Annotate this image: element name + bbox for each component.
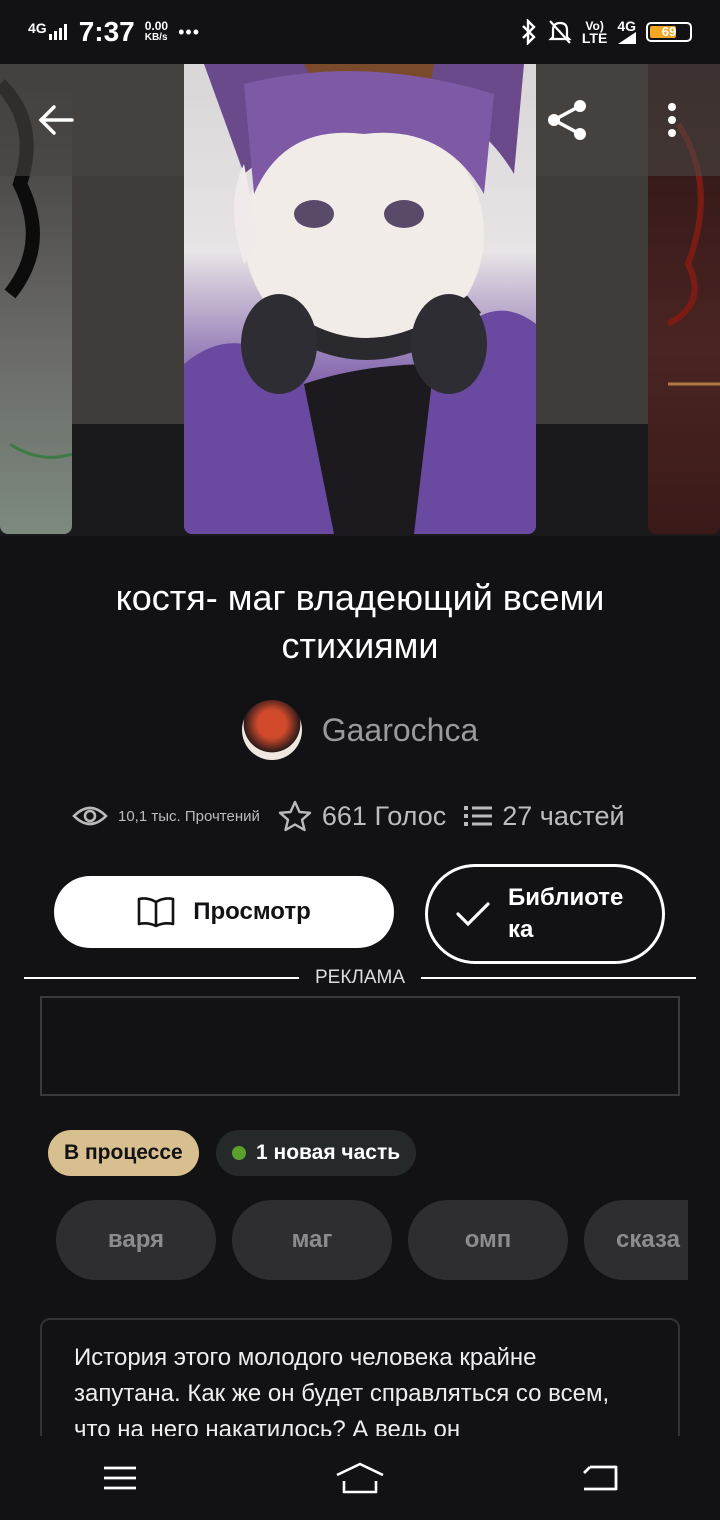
parts-count: 27 частей — [502, 800, 625, 831]
clock: 7:37 — [78, 16, 135, 47]
signal-left: 4G — [28, 20, 69, 40]
signal-right: 4G — [617, 18, 636, 44]
divider-line-left — [24, 977, 299, 979]
back-nav-button[interactable] — [560, 1448, 640, 1508]
library-button[interactable]: Библиоте ка — [425, 864, 665, 964]
more-options-button[interactable] — [644, 92, 700, 148]
network-speed: 0.00 KB/s — [145, 20, 168, 44]
more-notifications-icon: ••• — [178, 21, 200, 42]
status-bar: 4G 7:37 0.00 KB/s ••• Vo) LTE 4G 69 — [0, 0, 720, 64]
ad-label: РЕКЛАМА — [314, 967, 406, 988]
ad-divider: РЕКЛАМА — [24, 966, 696, 990]
story-cover[interactable] — [184, 64, 536, 534]
network-type-right: 4G — [617, 18, 636, 34]
votes-count: 661 Голос — [321, 800, 447, 831]
eye-icon — [72, 806, 108, 826]
checkmark-icon — [456, 902, 490, 927]
new-part-badge[interactable]: 1 новая часть — [216, 1130, 417, 1176]
share-button[interactable] — [540, 92, 596, 148]
home-icon — [336, 1462, 384, 1494]
home-button[interactable] — [320, 1448, 400, 1508]
battery-icon: 69 — [646, 22, 692, 42]
list-icon — [464, 806, 493, 826]
open-book-icon — [137, 897, 175, 928]
star-icon — [278, 800, 312, 832]
new-part-label: 1 новая часть — [256, 1141, 401, 1164]
system-navbar — [0, 1436, 720, 1520]
speed-value: 0.00 — [144, 19, 169, 33]
battery-level: 69 — [661, 24, 677, 39]
ad-banner[interactable] — [40, 996, 680, 1096]
read-button-label: Просмотр — [193, 898, 311, 925]
network-type-left: 4G — [28, 20, 47, 36]
votes-stat: 661 Голос — [278, 800, 446, 832]
tag-chip[interactable]: омп — [408, 1200, 568, 1280]
story-title: костя- маг владеющий всеми стихиями — [115, 577, 605, 666]
tags-list[interactable]: варя маг омп сказа — [56, 1200, 688, 1280]
tag-chip[interactable]: варя — [56, 1200, 216, 1280]
arrow-left-icon — [38, 105, 74, 135]
story-description[interactable]: История этого молодого человека крайне з… — [40, 1318, 680, 1436]
author-avatar[interactable] — [241, 700, 302, 760]
back-icon — [583, 1465, 618, 1491]
tag-chip[interactable]: маг — [232, 1200, 392, 1280]
author-name[interactable]: Gaarochca — [322, 712, 479, 749]
volte-indicator: Vo) LTE — [581, 20, 608, 46]
speed-unit: KB/s — [144, 32, 168, 43]
author-row[interactable]: Gaarochca — [0, 700, 720, 760]
cover-art — [184, 64, 536, 534]
menu-button[interactable] — [80, 1448, 160, 1508]
reads-count: 10,1 тыс. Прочтений — [118, 807, 260, 825]
read-button[interactable]: Просмотр — [54, 876, 394, 948]
mute-bell-icon — [548, 20, 572, 44]
back-button[interactable] — [28, 92, 84, 148]
menu-icon — [104, 1466, 136, 1490]
lte-label: LTE — [581, 30, 608, 46]
bluetooth-icon — [522, 19, 536, 45]
parts-stat: 27 частей — [464, 800, 625, 832]
new-indicator-dot — [232, 1146, 246, 1160]
tag-chip[interactable]: сказа — [584, 1200, 688, 1280]
share-icon — [548, 100, 586, 140]
reads-stat: 10,1 тыс. Прочтений — [72, 804, 260, 828]
vertical-dots-icon — [668, 103, 676, 137]
signal-triangle-icon — [617, 32, 636, 44]
signal-bars-icon — [48, 24, 67, 40]
cover-carousel[interactable] — [0, 64, 720, 536]
divider-line-right — [421, 977, 696, 979]
library-button-label: Библиоте ка — [508, 884, 624, 943]
status-badge: В процессе — [48, 1130, 199, 1176]
story-stats: 10,1 тыс. Прочтений 661 Голос 27 частей — [72, 796, 672, 836]
